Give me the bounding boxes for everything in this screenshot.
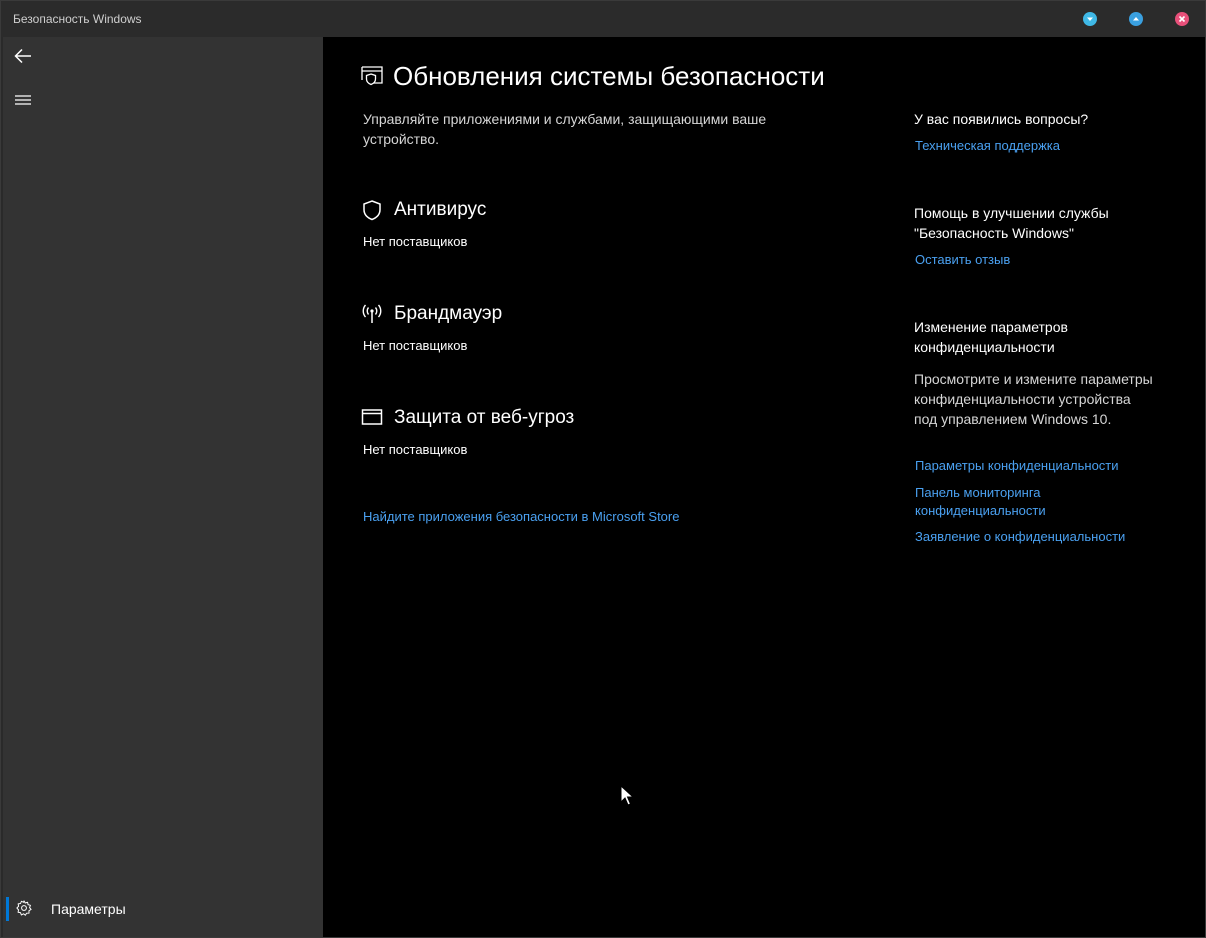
antivirus-status: Нет поставщиков <box>363 234 468 249</box>
mouse-cursor-icon <box>620 785 634 806</box>
maximize-icon <box>1133 17 1139 21</box>
microsoft-store-link[interactable]: Найдите приложения безопасности в Micros… <box>363 509 679 524</box>
tech-support-link[interactable]: Техническая поддержка <box>915 137 1155 155</box>
antivirus-title: Антивирус <box>394 199 487 220</box>
close-icon <box>1178 15 1186 23</box>
main-content: Обновления системы безопасности Управляй… <box>323 37 1203 937</box>
page-description: Управляйте приложениями и службами, защи… <box>363 111 767 147</box>
browser-window-icon <box>361 409 383 425</box>
security-providers-icon <box>361 66 383 86</box>
window-title: Безопасность Windows <box>13 12 142 26</box>
app-window: Безопасность Windows Параметры Обновлени… <box>0 0 1206 938</box>
selection-indicator <box>6 897 9 921</box>
sidebar-item-label: Параметры <box>51 901 126 917</box>
gear-icon <box>16 900 32 916</box>
improve-heading: Помощь в улучшении службы "Безопасность … <box>914 205 1109 241</box>
web-protection-status: Нет поставщиков <box>363 442 468 457</box>
web-protection-title: Защита от веб-угроз <box>394 407 575 428</box>
privacy-settings-link[interactable]: Параметры конфиденциальности <box>915 457 1155 475</box>
navigation-sidebar: Параметры <box>1 37 323 937</box>
questions-heading: У вас появились вопросы? <box>914 111 1089 127</box>
maximize-button[interactable] <box>1129 12 1143 26</box>
feedback-link[interactable]: Оставить отзыв <box>915 251 1155 269</box>
back-button[interactable] <box>11 44 35 68</box>
sidebar-item-settings[interactable]: Параметры <box>6 892 316 926</box>
minimize-button[interactable] <box>1083 12 1097 26</box>
menu-button[interactable] <box>11 88 35 112</box>
back-arrow-icon <box>14 48 31 64</box>
firewall-title: Брандмауэр <box>394 303 503 324</box>
close-button[interactable] <box>1175 12 1189 26</box>
page-title: Обновления системы безопасности <box>393 61 825 91</box>
privacy-statement-link[interactable]: Заявление о конфиденциальности <box>915 528 1155 546</box>
firewall-antenna-icon <box>362 304 382 323</box>
firewall-status: Нет поставщиков <box>363 338 468 353</box>
title-bar[interactable]: Безопасность Windows <box>1 1 1205 37</box>
privacy-dashboard-link[interactable]: Панель мониторинга конфиденциальности <box>915 484 1090 520</box>
privacy-description: Просмотрите и измените параметры конфиде… <box>914 371 1153 427</box>
sidebar-edge <box>1 37 3 937</box>
hamburger-menu-icon <box>15 95 31 105</box>
privacy-heading: Изменение параметров конфиденциальности <box>914 319 1068 355</box>
shield-icon <box>363 200 381 221</box>
minimize-icon <box>1087 17 1093 21</box>
